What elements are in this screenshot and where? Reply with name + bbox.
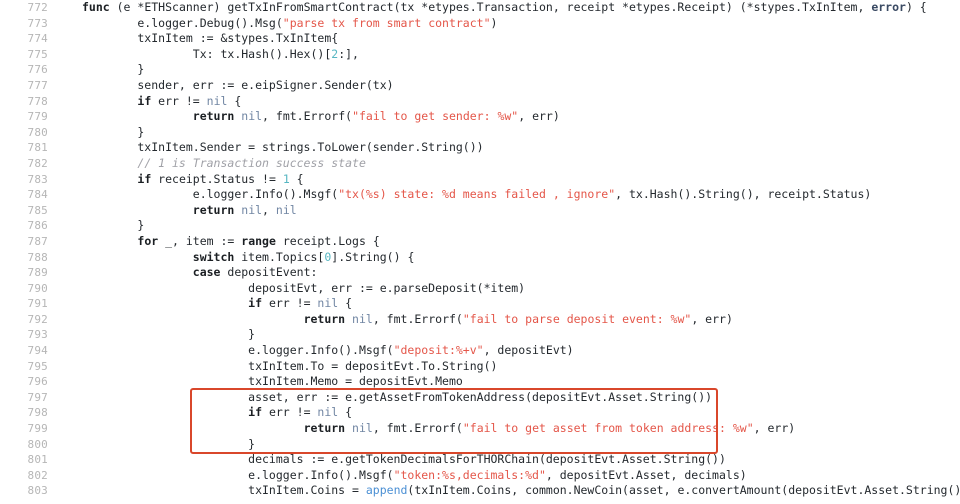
code-line[interactable]: 794 e.logger.Info().Msgf("deposit:%+v", …: [0, 343, 960, 359]
line-content[interactable]: return nil, fmt.Errorf("fail to get send…: [48, 109, 960, 125]
line-number: 797: [27, 390, 48, 404]
code-line[interactable]: 773 e.logger.Debug().Msg("parse tx from …: [0, 16, 960, 32]
line-content[interactable]: if receipt.Status != 1 {: [48, 172, 960, 188]
code-line[interactable]: 776 }: [0, 62, 960, 78]
line-number: 789: [27, 266, 48, 280]
line-number: 780: [27, 125, 48, 139]
line-number: 790: [27, 281, 48, 295]
code-line[interactable]: 784 e.logger.Info().Msgf("tx(%s) state: …: [0, 187, 960, 203]
line-content[interactable]: txInItem.Memo = depositEvt.Memo: [48, 374, 960, 390]
line-number: 794: [27, 344, 48, 358]
line-content[interactable]: e.logger.Info().Msgf("tx(%s) state: %d m…: [48, 187, 960, 203]
line-number: 776: [27, 63, 48, 77]
line-number: 800: [27, 437, 48, 451]
line-content[interactable]: return nil, fmt.Errorf("fail to parse de…: [48, 312, 960, 328]
line-content[interactable]: if err != nil {: [48, 296, 960, 312]
code-line[interactable]: 788 switch item.Topics[0].String() {: [0, 250, 960, 266]
code-line[interactable]: 792 return nil, fmt.Errorf("fail to pars…: [0, 312, 960, 328]
line-number: 772: [27, 1, 48, 14]
line-content[interactable]: func (e *ETHScanner) getTxInFromSmartCon…: [48, 0, 960, 16]
code-line[interactable]: 775 Tx: tx.Hash().Hex()[2:],: [0, 47, 960, 63]
code-line[interactable]: 781 txInItem.Sender = strings.ToLower(se…: [0, 140, 960, 156]
code-line[interactable]: 789 case depositEvent:: [0, 265, 960, 281]
code-line[interactable]: 796 txInItem.Memo = depositEvt.Memo: [0, 374, 960, 390]
line-number: 783: [27, 172, 48, 186]
line-content[interactable]: // 1 is Transaction success state: [48, 156, 960, 172]
code-line[interactable]: 780 }: [0, 125, 960, 141]
line-number: 799: [27, 422, 48, 436]
code-line[interactable]: 779 return nil, fmt.Errorf("fail to get …: [0, 109, 960, 125]
line-content[interactable]: depositEvt, err := e.parseDeposit(*item): [48, 281, 960, 297]
code-line[interactable]: 793 }: [0, 327, 960, 343]
line-number: 778: [27, 94, 48, 108]
code-line[interactable]: 778 if err != nil {: [0, 94, 960, 110]
code-line[interactable]: 802 e.logger.Info().Msgf("token:%s,decim…: [0, 468, 960, 484]
line-content[interactable]: }: [48, 62, 960, 78]
code-line[interactable]: 786 }: [0, 218, 960, 234]
line-number: 773: [27, 16, 48, 30]
line-number: 793: [27, 328, 48, 342]
line-content[interactable]: txInItem.Sender = strings.ToLower(sender…: [48, 140, 960, 156]
line-number: 796: [27, 375, 48, 389]
line-content[interactable]: }: [48, 437, 960, 453]
line-number: 781: [27, 141, 48, 155]
code-viewer: 772 func (e *ETHScanner) getTxInFromSmart…: [0, 0, 960, 504]
code-line[interactable]: 798 if err != nil {: [0, 405, 960, 421]
line-content[interactable]: }: [48, 125, 960, 141]
line-number: 788: [27, 250, 48, 264]
line-number: 802: [27, 468, 48, 482]
line-number: 792: [27, 312, 48, 326]
line-content[interactable]: txInItem := &stypes.TxInItem{: [48, 31, 960, 47]
line-content[interactable]: decimals := e.getTokenDecimalsForTHORCha…: [48, 452, 960, 468]
line-content[interactable]: e.logger.Debug().Msg("parse tx from smar…: [48, 16, 960, 32]
line-number: 784: [27, 188, 48, 202]
line-number: 779: [27, 110, 48, 124]
code-line[interactable]: 774 txInItem := &stypes.TxInItem{: [0, 31, 960, 47]
line-number: 791: [27, 297, 48, 311]
line-number: 798: [27, 406, 48, 420]
line-content[interactable]: return nil, fmt.Errorf("fail to get asse…: [48, 421, 960, 437]
code-line[interactable]: 783 if receipt.Status != 1 {: [0, 172, 960, 188]
code-line[interactable]: 790 depositEvt, err := e.parseDeposit(*i…: [0, 281, 960, 297]
line-number: 785: [27, 203, 48, 217]
code-line[interactable]: 797 asset, err := e.getAssetFromTokenAdd…: [0, 390, 960, 406]
code-line[interactable]: 787 for _, item := range receipt.Logs {: [0, 234, 960, 250]
code-line[interactable]: 782 // 1 is Transaction success state: [0, 156, 960, 172]
line-content[interactable]: case depositEvent:: [48, 265, 960, 281]
code-line[interactable]: 772 func (e *ETHScanner) getTxInFromSmart…: [0, 0, 960, 16]
line-content[interactable]: if err != nil {: [48, 94, 960, 110]
line-number: 786: [27, 219, 48, 233]
line-content[interactable]: for _, item := range receipt.Logs {: [48, 234, 960, 250]
line-content[interactable]: }: [48, 218, 960, 234]
code-line[interactable]: 799 return nil, fmt.Errorf("fail to get …: [0, 421, 960, 437]
line-content[interactable]: switch item.Topics[0].String() {: [48, 250, 960, 266]
code-line[interactable]: 803 txInItem.Coins = append(txInItem.Coi…: [0, 483, 960, 499]
line-number: 774: [27, 32, 48, 46]
line-content[interactable]: Tx: tx.Hash().Hex()[2:],: [48, 47, 960, 63]
code-line[interactable]: 800 }: [0, 437, 960, 453]
code-line[interactable]: 791 if err != nil {: [0, 296, 960, 312]
code-lines-container[interactable]: 772 func (e *ETHScanner) getTxInFromSmart…: [0, 0, 960, 499]
line-number: 803: [27, 484, 48, 498]
line-content[interactable]: sender, err := e.eipSigner.Sender(tx): [48, 78, 960, 94]
line-content[interactable]: }: [48, 327, 960, 343]
line-content[interactable]: return nil, nil: [48, 203, 960, 219]
line-number: 801: [27, 453, 48, 467]
line-content[interactable]: e.logger.Info().Msgf("deposit:%+v", depo…: [48, 343, 960, 359]
line-number: 775: [27, 47, 48, 61]
line-number: 782: [27, 156, 48, 170]
line-content[interactable]: asset, err := e.getAssetFromTokenAddress…: [48, 390, 960, 406]
line-number: 795: [27, 359, 48, 373]
code-line[interactable]: 801 decimals := e.getTokenDecimalsForTHO…: [0, 452, 960, 468]
line-content[interactable]: txInItem.Coins = append(txInItem.Coins, …: [48, 483, 960, 499]
line-content[interactable]: if err != nil {: [48, 405, 960, 421]
line-content[interactable]: txInItem.To = depositEvt.To.String(): [48, 359, 960, 375]
line-number: 777: [27, 78, 48, 92]
code-line[interactable]: 795 txInItem.To = depositEvt.To.String(): [0, 359, 960, 375]
code-line[interactable]: 785 return nil, nil: [0, 203, 960, 219]
line-content[interactable]: e.logger.Info().Msgf("token:%s,decimals:…: [48, 468, 960, 484]
code-line[interactable]: 777 sender, err := e.eipSigner.Sender(tx…: [0, 78, 960, 94]
line-number: 787: [27, 234, 48, 248]
